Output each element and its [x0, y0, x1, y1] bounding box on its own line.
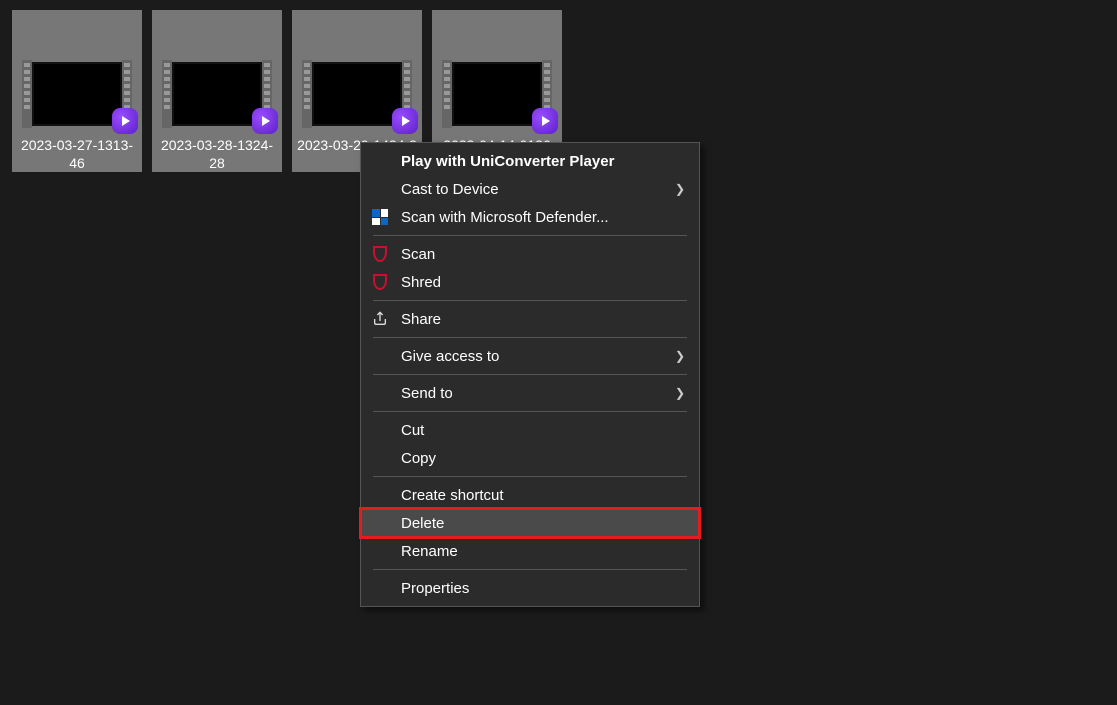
menu-label: Cast to Device [401, 181, 499, 198]
video-thumbnail [22, 60, 132, 128]
defender-shield-icon [371, 208, 389, 226]
chevron-right-icon: ❯ [675, 349, 685, 363]
menu-separator [373, 476, 687, 477]
file-item[interactable]: 2023-03-28-1324-28 [152, 10, 282, 172]
share-icon [371, 310, 389, 328]
play-icon [252, 108, 278, 134]
mcafee-shield-icon [371, 245, 389, 263]
menu-separator [373, 235, 687, 236]
mcafee-shield-icon [371, 273, 389, 291]
chevron-right-icon: ❯ [675, 182, 685, 196]
menu-delete[interactable]: Delete [361, 509, 699, 537]
context-menu: Play with UniConverter Player Cast to De… [360, 142, 700, 607]
menu-label: Scan [401, 246, 435, 263]
menu-label: Shred [401, 274, 441, 291]
menu-label: Copy [401, 450, 436, 467]
menu-cut[interactable]: Cut [361, 416, 699, 444]
menu-label: Share [401, 311, 441, 328]
video-thumbnail [302, 60, 412, 128]
menu-separator [373, 411, 687, 412]
file-item[interactable]: 2023-03-27-1313-46 [12, 10, 142, 172]
menu-separator [373, 300, 687, 301]
file-label: 2023-03-27-1313-46 [12, 128, 142, 172]
menu-separator [373, 569, 687, 570]
menu-separator [373, 374, 687, 375]
menu-label: Create shortcut [401, 487, 504, 504]
menu-rename[interactable]: Rename [361, 537, 699, 565]
menu-scan-defender[interactable]: Scan with Microsoft Defender... [361, 203, 699, 231]
play-icon [532, 108, 558, 134]
menu-label: Rename [401, 543, 458, 560]
menu-separator [373, 337, 687, 338]
menu-send-to[interactable]: Send to ❯ [361, 379, 699, 407]
menu-give-access-to[interactable]: Give access to ❯ [361, 342, 699, 370]
video-thumbnail [162, 60, 272, 128]
menu-play-uniconverter[interactable]: Play with UniConverter Player [361, 147, 699, 175]
play-icon [392, 108, 418, 134]
menu-properties[interactable]: Properties [361, 574, 699, 602]
menu-copy[interactable]: Copy [361, 444, 699, 472]
menu-label: Send to [401, 385, 453, 402]
menu-shred[interactable]: Shred [361, 268, 699, 296]
video-thumbnail [442, 60, 552, 128]
menu-label: Delete [401, 515, 444, 532]
menu-cast-to-device[interactable]: Cast to Device ❯ [361, 175, 699, 203]
menu-label: Give access to [401, 348, 499, 365]
menu-scan[interactable]: Scan [361, 240, 699, 268]
play-icon [112, 108, 138, 134]
file-label: 2023-03-28-1324-28 [152, 128, 282, 172]
menu-label: Properties [401, 580, 469, 597]
menu-share[interactable]: Share [361, 305, 699, 333]
chevron-right-icon: ❯ [675, 386, 685, 400]
menu-label: Play with UniConverter Player [401, 153, 614, 170]
menu-label: Scan with Microsoft Defender... [401, 209, 609, 226]
menu-create-shortcut[interactable]: Create shortcut [361, 481, 699, 509]
menu-label: Cut [401, 422, 424, 439]
